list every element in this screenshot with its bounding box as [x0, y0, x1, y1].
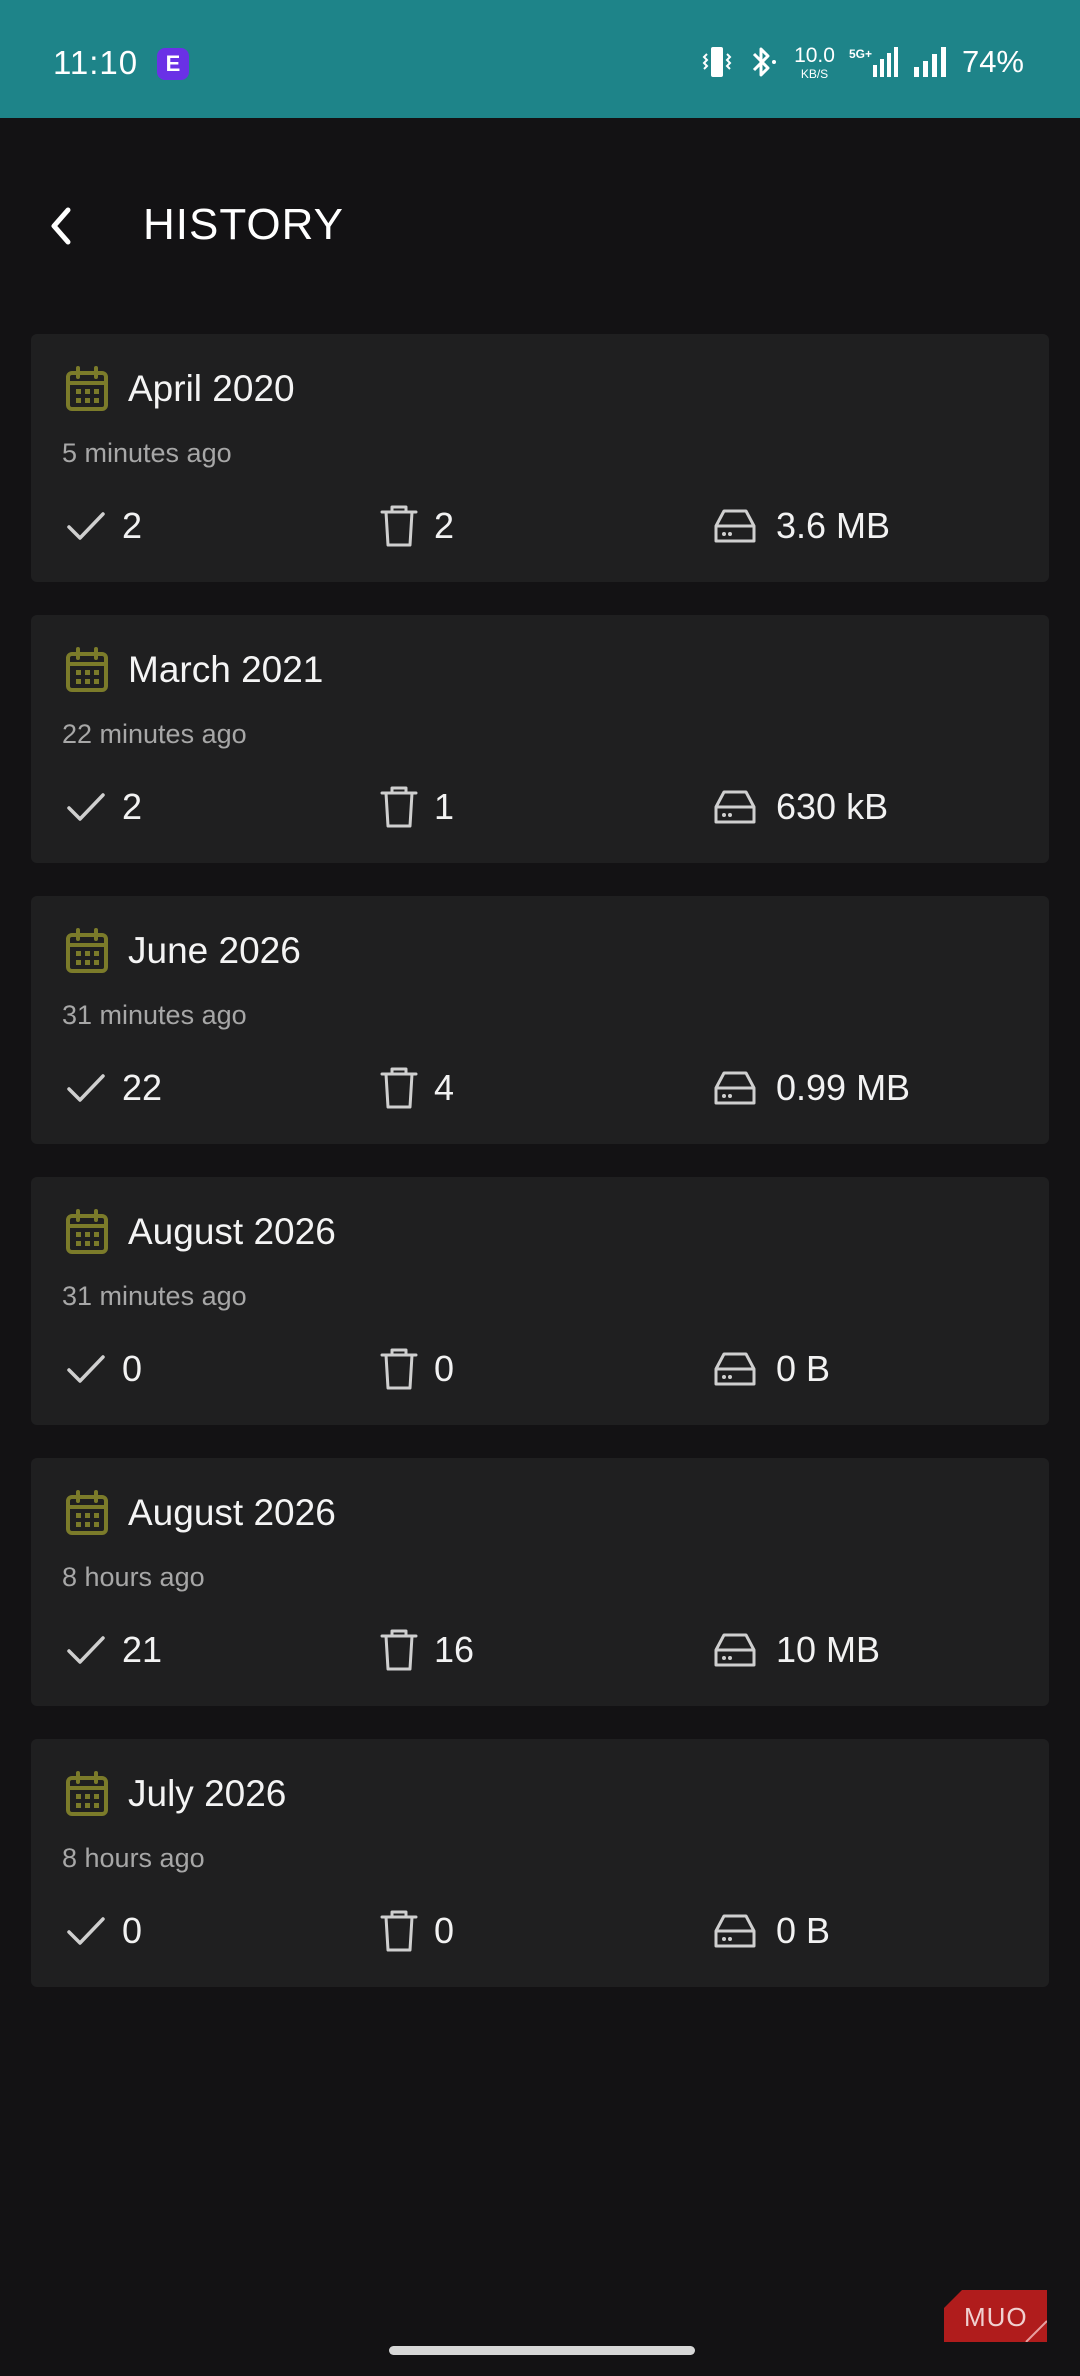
- stat-size-value: 0 B: [776, 1910, 831, 1951]
- signal-5g: 5G+: [849, 45, 898, 79]
- trash-icon: [380, 1629, 418, 1671]
- stat-size-value: 630 kB: [776, 786, 889, 827]
- stat-size-value: 0 B: [776, 1348, 831, 1389]
- history-card-title: August 2026: [128, 1211, 336, 1252]
- stat-size-value: 3.6 MB: [776, 505, 891, 546]
- signal-icon-2: [913, 47, 946, 77]
- history-card-title: August 2026: [128, 1492, 336, 1533]
- stat-done-value: 21: [122, 1629, 163, 1670]
- history-card-time: 31 minutes ago: [62, 1000, 247, 1030]
- stat-size-value: 0.99 MB: [776, 1067, 911, 1108]
- hard-drive-icon: [714, 1914, 756, 1948]
- check-icon: [67, 1636, 105, 1664]
- stat-size: 630 kB: [712, 785, 888, 829]
- calendar-icon: [66, 366, 108, 411]
- history-card[interactable]: July 2026 8 hours ago 0 0 0 B: [31, 1739, 1049, 1987]
- trash-icon: [380, 1348, 418, 1390]
- stat-done-value: 2: [122, 505, 143, 546]
- check-icon: [67, 793, 105, 821]
- history-card-time: 5 minutes ago: [62, 438, 232, 468]
- history-card-title: June 2026: [128, 930, 301, 971]
- check-icon: [67, 1355, 105, 1383]
- stat-done: 0: [66, 1909, 142, 1953]
- network-speed-value: 10.0: [794, 43, 835, 67]
- trash-icon: [380, 786, 418, 828]
- home-indicator[interactable]: [389, 2346, 695, 2355]
- stat-deleted: 1: [380, 785, 454, 829]
- stat-done-value: 2: [122, 786, 143, 827]
- hard-drive-icon: [714, 790, 756, 824]
- status-time: 11:10: [53, 44, 139, 81]
- calendar-icon: [66, 647, 108, 692]
- stat-done: 2: [66, 504, 142, 548]
- stat-done: 0: [66, 1347, 142, 1391]
- chevron-left-icon: [51, 207, 71, 245]
- history-card-time: 8 hours ago: [62, 1843, 205, 1873]
- stat-done-value: 0: [122, 1910, 143, 1951]
- stat-done-value: 0: [122, 1348, 143, 1389]
- stat-deleted-value: 2: [434, 505, 455, 546]
- battery-level: 74%: [961, 44, 1024, 79]
- stat-deleted: 2: [380, 504, 454, 548]
- check-icon: [67, 1917, 105, 1945]
- app-notification-icon: E: [157, 48, 189, 80]
- watermark-text: MUO: [964, 2302, 1028, 2332]
- history-card[interactable]: March 2021 22 minutes ago 2 1 630 kB: [31, 615, 1049, 863]
- signal-icon-1: [872, 47, 898, 77]
- stat-done-value: 22: [122, 1067, 163, 1108]
- hard-drive-icon: [714, 1633, 756, 1667]
- stat-deleted: 4: [380, 1066, 454, 1110]
- stat-deleted-value: 4: [434, 1067, 455, 1108]
- history-card-title: March 2021: [128, 649, 324, 690]
- network-type-label: 5G+: [848, 47, 872, 61]
- hard-drive-icon: [714, 1071, 756, 1105]
- stat-deleted-value: 16: [434, 1629, 475, 1670]
- calendar-icon: [66, 928, 108, 973]
- history-card-title: July 2026: [128, 1773, 287, 1814]
- history-card-time: 22 minutes ago: [62, 719, 247, 749]
- stat-size: 0 B: [712, 1347, 830, 1391]
- hard-drive-icon: [714, 509, 756, 543]
- stat-done: 21: [66, 1628, 162, 1672]
- trash-icon: [380, 505, 418, 547]
- stat-done: 2: [66, 785, 142, 829]
- history-card[interactable]: August 2026 31 minutes ago 0 0 0 B: [31, 1177, 1049, 1425]
- stat-size: 3.6 MB: [712, 504, 890, 548]
- bluetooth-icon: [753, 47, 777, 77]
- history-card-title: April 2020: [128, 368, 295, 409]
- page-title: HISTORY: [143, 200, 344, 249]
- trash-icon: [380, 1067, 418, 1109]
- network-speed-unit: KB/S: [800, 66, 829, 81]
- history-card[interactable]: April 2020 5 minutes ago 2 2 3.6 MB: [31, 334, 1049, 582]
- stat-deleted-value: 0: [434, 1910, 455, 1951]
- stat-size: 0 B: [712, 1909, 830, 1953]
- vibrate-icon: [702, 47, 732, 77]
- stat-deleted-value: 1: [434, 786, 455, 827]
- history-card[interactable]: June 2026 31 minutes ago 22 4 0.99 MB: [31, 896, 1049, 1144]
- stat-size: 0.99 MB: [712, 1066, 910, 1110]
- calendar-icon: [66, 1209, 108, 1254]
- stat-done: 22: [66, 1066, 162, 1110]
- muo-watermark: MUO: [944, 2290, 1047, 2342]
- check-icon: [67, 512, 105, 540]
- trash-icon: [380, 1910, 418, 1952]
- stat-deleted: 0: [380, 1909, 454, 1953]
- calendar-icon: [66, 1490, 108, 1535]
- history-card[interactable]: August 2026 8 hours ago 21 16 10 MB: [31, 1458, 1049, 1706]
- network-speed: 10.0 KB/S: [794, 45, 835, 80]
- status-bar: 11:10 E 10.0 KB/S 5G+ 74%: [0, 0, 1080, 118]
- history-card-time: 8 hours ago: [62, 1562, 205, 1592]
- check-icon: [67, 1074, 105, 1102]
- stat-deleted-value: 0: [434, 1348, 455, 1389]
- hard-drive-icon: [714, 1352, 756, 1386]
- stat-size: 10 MB: [712, 1628, 880, 1672]
- stat-deleted: 0: [380, 1347, 454, 1391]
- status-icons: 10.0 KB/S 5G+ 74%: [702, 40, 1024, 84]
- history-list: April 2020 5 minutes ago 2 2 3.6 MB Marc…: [31, 334, 1049, 2020]
- stat-size-value: 10 MB: [776, 1629, 881, 1670]
- calendar-icon: [66, 1771, 108, 1816]
- back-button[interactable]: [36, 196, 86, 256]
- stat-deleted: 16: [380, 1628, 474, 1672]
- history-card-time: 31 minutes ago: [62, 1281, 247, 1311]
